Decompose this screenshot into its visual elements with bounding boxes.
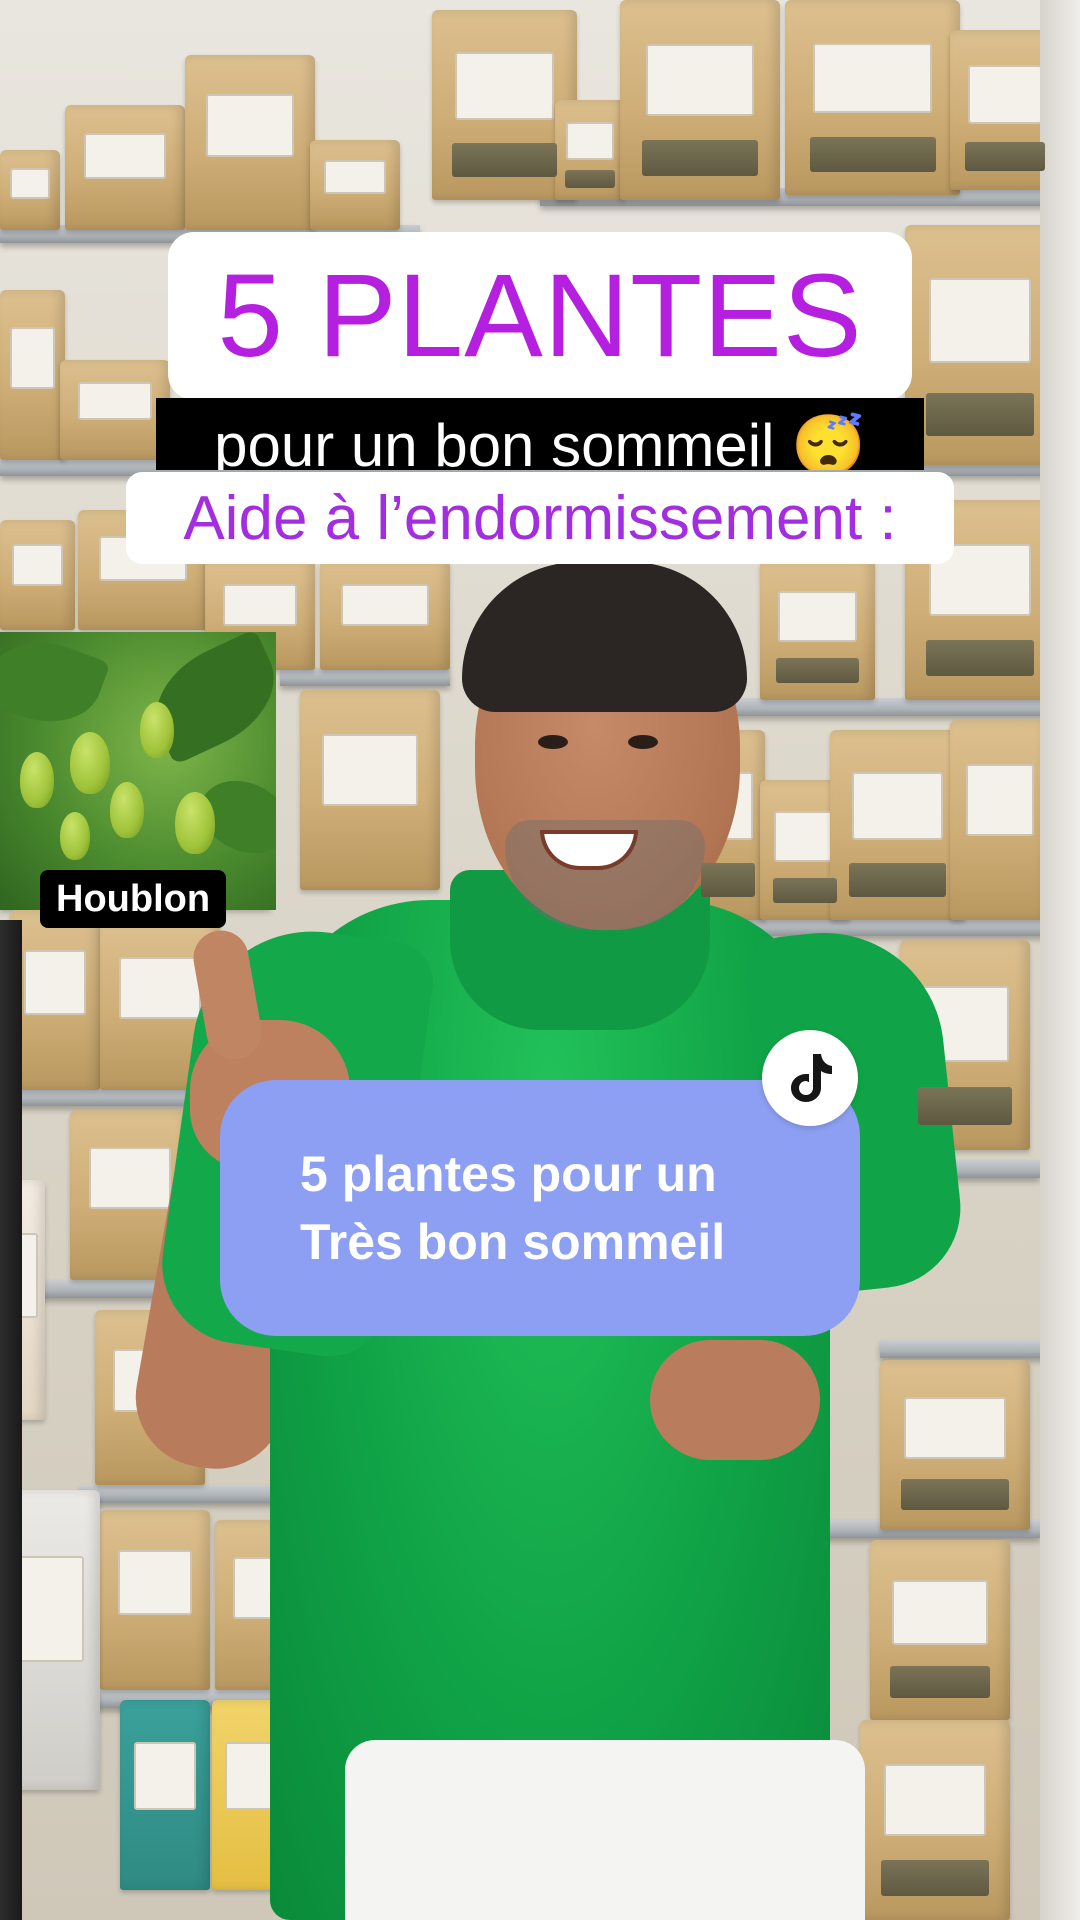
subtitle-text: pour un bon sommeil 😴 (214, 412, 866, 471)
hop-cone (140, 702, 174, 758)
heading-banner: Aide à l’endormissement : (126, 472, 954, 564)
leaf-shape (0, 632, 111, 739)
hop-cone (60, 812, 90, 860)
tiktok-icon (762, 1030, 858, 1126)
presenter-pants (345, 1740, 865, 1920)
subtitle-banner: pour un bon sommeil 😴 (156, 398, 924, 470)
tiktok-note-icon (791, 1054, 832, 1102)
hop-cone (70, 732, 110, 794)
plant-name-label: Houblon (40, 870, 227, 928)
title-text: 5 PLANTES (217, 250, 863, 382)
title-banner: 5 PLANTES (168, 232, 912, 400)
presenter-eye (628, 735, 658, 749)
heading-text: Aide à l’endormissement : (183, 483, 897, 553)
presenter-hair (462, 562, 747, 712)
hop-cone (20, 752, 54, 808)
hop-cone (175, 792, 215, 854)
hop-plant-image (0, 632, 276, 910)
presenter-eye (538, 735, 568, 749)
presenter-hand (650, 1340, 820, 1460)
caption-line: 5 plantes pour un (300, 1146, 717, 1202)
hop-cone (110, 782, 144, 838)
video-frame: 5 PLANTES pour un bon sommeil 😴 Aide à l… (0, 0, 1080, 1920)
video-caption-card[interactable]: 5 plantes pour un Très bon sommeil (220, 1080, 860, 1336)
caption-line: Très bon sommeil (300, 1214, 726, 1270)
